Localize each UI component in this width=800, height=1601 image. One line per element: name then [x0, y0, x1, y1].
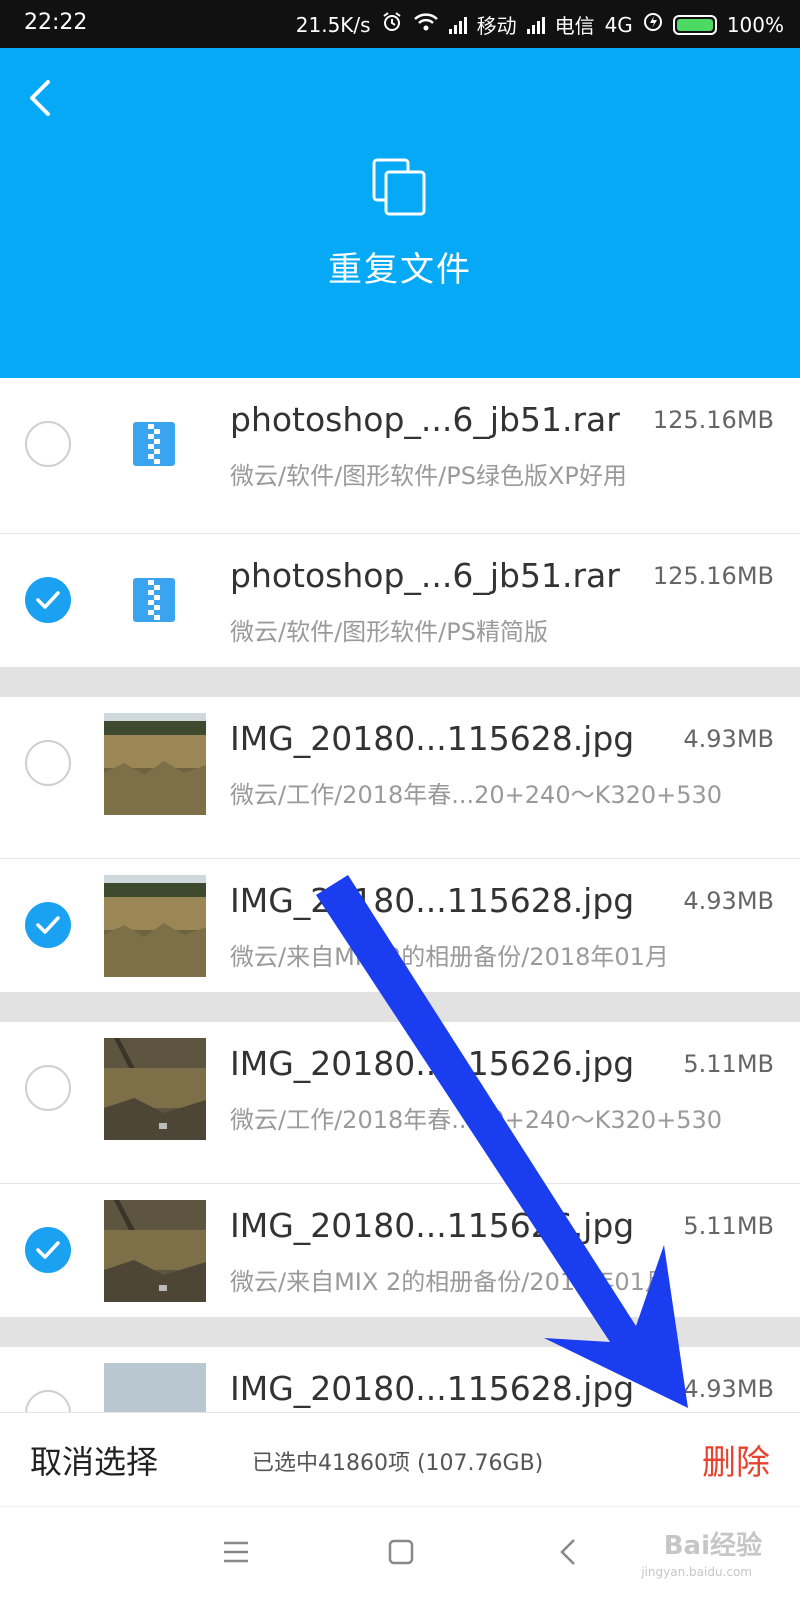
network-speed: 21.5K/s	[295, 12, 371, 37]
image-thumbnail	[104, 875, 206, 977]
file-path: 微云/软件/图形软件/PS精简版	[230, 618, 548, 646]
file-size: 5.11MB	[683, 1212, 774, 1240]
row-checkbox-checked[interactable]	[25, 902, 71, 948]
file-name: IMG_20180...115628.jpg	[230, 1369, 635, 1408]
watermark-logo: Bai经验	[663, 1531, 762, 1561]
row-checkbox-checked[interactable]	[25, 1227, 71, 1273]
image-thumbnail	[104, 1363, 206, 1412]
file-path: 微云/来自MIX 2的相册备份/2018年01月	[230, 1268, 669, 1296]
menu-icon	[224, 1541, 248, 1563]
zip-file-icon	[133, 578, 175, 622]
file-path: 微云/来自MIX 2的相册备份/2018年01月	[230, 943, 669, 971]
system-nav-bar: Bai经验 jingyan.baidu.com	[0, 1506, 800, 1601]
network-type: 4G	[604, 12, 633, 37]
carrier-1: 移动	[476, 14, 517, 38]
carrier-2: 电信	[554, 14, 595, 38]
duplicate-files-icon	[370, 156, 430, 216]
zip-file-icon	[133, 422, 175, 466]
menu-button[interactable]	[222, 1539, 250, 1565]
cancel-selection-button[interactable]: 取消选择	[30, 1437, 158, 1483]
chevron-left-icon	[30, 80, 50, 116]
page-title: 重复文件	[328, 250, 472, 290]
checkmark-icon	[36, 591, 60, 609]
file-row[interactable]: IMG_20180...115626.jpg 5.11MB 微云/来自MIX 2…	[0, 1184, 800, 1317]
group-separator	[0, 1317, 800, 1347]
file-row[interactable]: IMG_20180...115626.jpg 5.11MB 微云/工作/2018…	[0, 1022, 800, 1155]
file-row[interactable]: photoshop_...6_jb51.rar 125.16MB 微云/软件/图…	[0, 378, 800, 511]
row-checkbox[interactable]	[25, 1065, 71, 1111]
file-name: IMG_20180...115628.jpg	[230, 881, 635, 920]
file-size: 4.93MB	[683, 887, 774, 915]
file-row[interactable]: IMG_20180...115628.jpg 4.93MB 微云/来自MIX 2…	[0, 859, 800, 992]
row-checkbox-checked[interactable]	[25, 577, 71, 623]
system-back-button[interactable]	[556, 1537, 580, 1567]
file-size: 125.16MB	[652, 562, 774, 590]
row-checkbox[interactable]	[25, 740, 71, 786]
alarm-icon	[381, 11, 403, 38]
file-size: 4.93MB	[683, 725, 774, 753]
back-button[interactable]	[20, 74, 68, 122]
file-name: IMG_20180...115626.jpg	[230, 1044, 635, 1083]
image-thumbnail	[104, 1200, 206, 1302]
file-row[interactable]: photoshop_...6_jb51.rar 125.16MB 微云/软件/图…	[0, 534, 800, 667]
file-size: 5.11MB	[683, 1050, 774, 1078]
signal-icon-2	[526, 16, 545, 34]
header: 重复文件	[0, 48, 800, 378]
file-name: photoshop_...6_jb51.rar	[230, 556, 620, 595]
battery-level: 100%	[726, 12, 784, 37]
file-size: 125.16MB	[652, 406, 774, 434]
duplicate-file-list: photoshop_...6_jb51.rar 125.16MB 微云/软件/图…	[0, 378, 800, 1412]
image-thumbnail	[104, 1038, 206, 1140]
file-row[interactable]: IMG_20180...115628.jpg 4.93MB	[0, 1347, 800, 1412]
file-name: IMG_20180...115626.jpg	[230, 1206, 635, 1245]
row-checkbox[interactable]	[25, 421, 71, 467]
status-time: 22:22	[24, 10, 88, 35]
file-path: 微云/工作/2018年春...20+240～K320+530	[230, 781, 723, 809]
group-separator	[0, 667, 800, 697]
home-icon	[388, 1539, 414, 1565]
image-thumbnail	[104, 713, 206, 815]
signal-icon	[448, 16, 467, 34]
file-size: 4.93MB	[683, 1375, 774, 1403]
file-path: 微云/软件/图形软件/PS绿色版XP好用	[230, 462, 627, 490]
selection-summary: 已选中41860项 (107.76GB)	[252, 1451, 544, 1476]
checkmark-icon	[36, 916, 60, 934]
battery-icon	[672, 14, 717, 35]
charging-icon	[643, 12, 663, 37]
delete-button[interactable]: 删除	[702, 1435, 770, 1484]
status-bar: 22:22 21.5K/s 移动 电信 4G 100%	[0, 0, 800, 48]
file-name: IMG_20180...115628.jpg	[230, 719, 635, 758]
wifi-icon	[413, 12, 439, 37]
checkmark-icon	[36, 1241, 60, 1259]
file-name: photoshop_...6_jb51.rar	[230, 400, 620, 439]
action-bar: 取消选择 已选中41860项 (107.76GB) 删除	[0, 1412, 800, 1507]
row-checkbox[interactable]	[25, 1390, 71, 1412]
group-separator	[0, 992, 800, 1022]
status-indicators: 21.5K/s 移动 电信 4G 100%	[296, 10, 784, 39]
watermark-url: jingyan.baidu.com	[641, 1565, 752, 1579]
file-row[interactable]: IMG_20180...115628.jpg 4.93MB 微云/工作/2018…	[0, 697, 800, 830]
home-button[interactable]	[388, 1539, 414, 1565]
file-path: 微云/工作/2018年春...20+240～K320+530	[230, 1106, 723, 1134]
back-icon	[560, 1539, 575, 1565]
